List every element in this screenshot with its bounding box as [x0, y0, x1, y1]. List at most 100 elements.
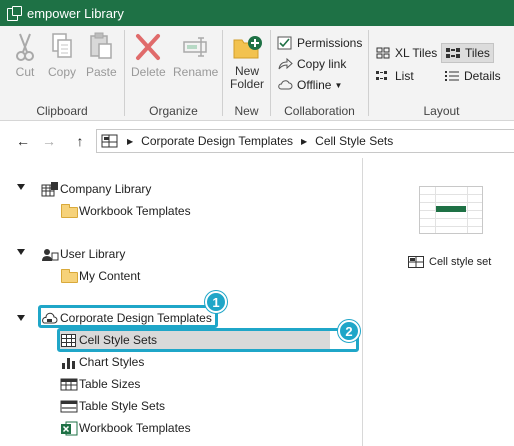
- company-library-icon: [41, 181, 59, 197]
- callout-highlight-1: [38, 305, 218, 328]
- paste-button[interactable]: Paste: [86, 30, 117, 79]
- expand-triangle-icon[interactable]: [17, 315, 25, 321]
- folder-icon: [60, 268, 78, 284]
- location-grid-icon: [101, 134, 119, 148]
- rename-button[interactable]: Rename: [173, 30, 218, 79]
- thumbnail-green-bar: [436, 206, 466, 212]
- tree-label: User Library: [60, 247, 126, 261]
- layout-group: XL Tiles Tiles List Details Layout: [369, 26, 514, 121]
- tree-label: Table Sizes: [79, 377, 141, 391]
- collaboration-group: Permissions Copy link Offline ▼ Collabor…: [271, 26, 368, 121]
- scissors-icon: [10, 30, 40, 64]
- cell-style-set-thumbnail[interactable]: [419, 186, 483, 234]
- permissions-checkbox-icon: [277, 36, 293, 50]
- xl-tiles-icon: [375, 46, 391, 60]
- tree-item-corporate-workbook-templates[interactable]: Workbook Templates: [60, 418, 191, 438]
- paste-icon: [86, 30, 116, 64]
- tiles-label: Tiles: [465, 46, 490, 60]
- expand-triangle-icon[interactable]: [17, 249, 25, 255]
- table-style-icon: [60, 399, 78, 414]
- tree-item-chart-styles[interactable]: Chart Styles: [60, 352, 144, 372]
- new-group-label: New: [234, 104, 259, 118]
- tree-item-company-library[interactable]: Company Library: [41, 179, 151, 199]
- tiles-icon: [445, 46, 461, 60]
- new-folder-button[interactable]: New Folder: [230, 30, 264, 91]
- folder-tree: Company Library Workbook Templates User …: [0, 162, 362, 446]
- expand-triangle-icon[interactable]: [17, 184, 25, 190]
- callout-highlight-2: [57, 328, 359, 352]
- organize-group-label: Organize: [149, 104, 198, 118]
- tree-item-table-style-sets[interactable]: Table Style Sets: [60, 396, 165, 416]
- cut-label: Cut: [15, 65, 35, 79]
- tree-label: Chart Styles: [79, 355, 145, 369]
- pane-divider[interactable]: [362, 158, 363, 446]
- callout-badge-1: 1: [205, 291, 227, 313]
- tree-item-table-sizes[interactable]: Table Sizes: [60, 374, 140, 394]
- tiles-button[interactable]: Tiles: [441, 43, 494, 63]
- copy-button[interactable]: Copy: [47, 30, 77, 79]
- delete-x-icon: [133, 30, 163, 64]
- details-icon: [444, 69, 460, 83]
- copy-link-button[interactable]: Copy link: [277, 54, 346, 74]
- app-icon: [7, 6, 22, 21]
- tree-label: Workbook Templates: [79, 204, 191, 218]
- clipboard-group-label: Clipboard: [36, 104, 88, 118]
- tree-label: Company Library: [60, 182, 152, 196]
- up-arrow-icon[interactable]: ↑: [70, 131, 90, 151]
- cell-style-icon: [408, 256, 424, 268]
- tree-item-my-content[interactable]: My Content: [60, 266, 140, 286]
- copy-link-label: Copy link: [297, 57, 347, 71]
- tree-label: My Content: [79, 269, 141, 283]
- tree-item-user-library[interactable]: User Library: [41, 244, 125, 264]
- tree-item-workbook-templates[interactable]: Workbook Templates: [60, 201, 191, 221]
- table-sizes-icon: [60, 377, 78, 392]
- permissions-button[interactable]: Permissions: [277, 33, 362, 53]
- user-library-icon: [41, 247, 59, 262]
- share-arrow-icon: [277, 57, 293, 71]
- excel-icon: [60, 421, 78, 436]
- list-icon: [375, 69, 391, 83]
- xl-tiles-button[interactable]: XL Tiles: [375, 43, 437, 63]
- ribbon: Cut Copy Paste Clipboard Delete Rename O…: [0, 26, 514, 121]
- new-group: New Folder New: [223, 26, 270, 121]
- delete-button[interactable]: Delete: [131, 30, 166, 79]
- tree-label: Table Style Sets: [79, 399, 166, 413]
- title-bar: empower Library: [0, 0, 514, 26]
- content-item-cell-style-set[interactable]: Cell style set: [408, 256, 491, 268]
- xl-tiles-label: XL Tiles: [395, 46, 438, 60]
- chart-icon: [60, 355, 78, 370]
- details-button[interactable]: Details: [444, 66, 501, 86]
- list-label: List: [395, 69, 414, 83]
- rename-icon: [181, 30, 211, 64]
- copy-icon: [47, 30, 77, 64]
- clipboard-group: Cut Copy Paste Clipboard: [0, 26, 124, 121]
- copy-label: Copy: [47, 65, 76, 79]
- breadcrumb-corporate[interactable]: Corporate Design Templates: [141, 134, 293, 148]
- folder-icon: [60, 203, 78, 219]
- breadcrumb-cell-style-sets[interactable]: Cell Style Sets: [315, 134, 393, 148]
- navigation-bar: ← → ↑ ▶ Corporate Design Templates ▶ Cel…: [0, 126, 514, 156]
- back-arrow-icon[interactable]: ←: [13, 131, 33, 151]
- forward-arrow-icon[interactable]: →: [39, 131, 59, 151]
- collaboration-group-label: Collaboration: [284, 104, 355, 118]
- window-title: empower Library: [27, 5, 124, 21]
- details-label: Details: [464, 69, 501, 83]
- breadcrumb-separator-icon: ▶: [127, 136, 134, 146]
- organize-group: Delete Rename Organize: [125, 26, 222, 121]
- layout-group-label: Layout: [423, 104, 460, 118]
- address-bar[interactable]: ▶ Corporate Design Templates ▶ Cell Styl…: [96, 129, 514, 153]
- delete-label: Delete: [131, 65, 166, 79]
- offline-label: Offline: [297, 78, 332, 92]
- dropdown-arrow-icon: ▼: [334, 80, 343, 90]
- tree-label: Workbook Templates: [79, 421, 191, 435]
- cut-button[interactable]: Cut: [10, 30, 40, 79]
- content-item-label: Cell style set: [429, 256, 492, 268]
- new-folder-icon: [232, 30, 262, 64]
- paste-label: Paste: [86, 65, 117, 79]
- callout-badge-2: 2: [338, 320, 360, 342]
- rename-label: Rename: [173, 65, 219, 79]
- permissions-label: Permissions: [297, 36, 363, 50]
- breadcrumb-separator-icon: ▶: [301, 136, 308, 146]
- offline-dropdown[interactable]: Offline ▼: [277, 75, 342, 95]
- list-button[interactable]: List: [375, 66, 414, 86]
